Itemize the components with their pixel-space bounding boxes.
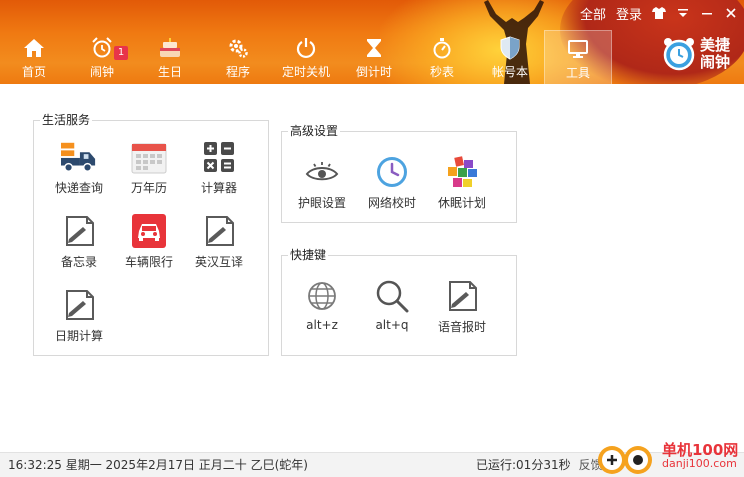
- car-icon: [131, 213, 167, 249]
- tile-vehicle-restriction[interactable]: 车辆限行: [114, 213, 184, 270]
- colorful-blocks-icon: [444, 154, 480, 190]
- tile-eye-protection[interactable]: 护眼设置: [287, 154, 357, 211]
- tile-calculator[interactable]: 计算器: [184, 139, 254, 196]
- monitor-icon: [566, 37, 590, 61]
- status-datetime: 16:32:25 星期一 2025年2月17日 正月二十 乙巳(蛇年): [8, 458, 308, 472]
- tile-voice-time[interactable]: 语音报时: [427, 278, 497, 335]
- advanced-settings-panel: 高级设置 护眼设置 网络校时 休眠计划: [281, 123, 517, 223]
- watermark-text-group: 单机100网 danji100.com: [662, 442, 738, 470]
- calculator-icon: [201, 139, 237, 175]
- nav-home[interactable]: 首页: [0, 30, 68, 84]
- power-icon: [294, 36, 318, 60]
- voice-pen-icon: [444, 278, 480, 314]
- watermark: 单机100网 danji100.com: [596, 436, 738, 476]
- gears-icon: [226, 36, 250, 60]
- tile-vehicle-restriction-label: 车辆限行: [124, 255, 173, 269]
- advanced-settings-title: 高级设置: [288, 123, 341, 139]
- nav-stopwatch[interactable]: 秒表: [408, 30, 476, 84]
- tile-network-time[interactable]: 网络校时: [357, 154, 427, 211]
- nav-tools-label: 工具: [565, 66, 590, 80]
- tile-memo-label: 备忘录: [60, 255, 97, 269]
- watermark-title: 单机100网: [662, 441, 739, 459]
- clock-icon: [374, 154, 410, 190]
- nav-account-book-label: 帐号本: [491, 65, 528, 79]
- main-nav: 首页 闹钟 生日 程序 定时关机 倒计时 秒表 帐号本 工具: [0, 30, 612, 84]
- hourglass-icon: [362, 36, 386, 60]
- window-controls: 全部 登录: [580, 4, 738, 23]
- all-link[interactable]: 全部: [580, 4, 606, 23]
- watermark-sub: danji100.com: [662, 457, 737, 470]
- eye-icon: [304, 154, 340, 190]
- tile-perpetual-calendar[interactable]: 万年历: [114, 139, 184, 196]
- tile-date-calculation-label: 日期计算: [54, 329, 103, 343]
- home-icon: [22, 36, 46, 60]
- date-pen-icon: [61, 287, 97, 323]
- nav-program-label: 程序: [225, 65, 250, 79]
- nav-birthday-label: 生日: [157, 65, 182, 79]
- nav-countdown[interactable]: 倒计时: [340, 30, 408, 84]
- status-running-time: 已运行:01分31秒: [476, 458, 571, 472]
- close-icon[interactable]: [724, 7, 738, 21]
- brand-clock-icon: [663, 38, 695, 71]
- magnifier-icon: [374, 278, 410, 314]
- memo-pen-icon: [61, 213, 97, 249]
- tile-express-query[interactable]: 快递查询: [44, 139, 114, 196]
- tile-perpetual-calendar-label: 万年历: [130, 181, 167, 195]
- login-link[interactable]: 登录: [616, 4, 642, 23]
- minimize-icon[interactable]: [700, 7, 714, 21]
- tile-voice-time-label: 语音报时: [437, 320, 486, 334]
- tile-eye-protection-label: 护眼设置: [297, 196, 346, 210]
- life-services-panel: 生活服务 快递查询 万年历 计算器 备忘录 车辆限行 英汉互译 日期计算: [33, 112, 269, 356]
- nav-program[interactable]: 程序: [204, 30, 272, 84]
- nav-countdown-label: 倒计时: [355, 65, 392, 79]
- nav-shutdown-label: 定时关机: [281, 65, 330, 79]
- brand-name: 美捷闹钟: [700, 36, 731, 71]
- tile-shortcut-alt-q-label: alt+q: [375, 318, 409, 332]
- stopwatch-icon: [430, 36, 454, 60]
- nav-shutdown[interactable]: 定时关机: [272, 30, 340, 84]
- tile-sleep-plan-label: 休眠计划: [437, 196, 486, 210]
- tile-memo[interactable]: 备忘录: [44, 213, 114, 270]
- nav-birthday[interactable]: 生日: [136, 30, 204, 84]
- tile-translate[interactable]: 英汉互译: [184, 213, 254, 270]
- translate-pen-icon: [201, 213, 237, 249]
- tile-shortcut-alt-q[interactable]: alt+q: [357, 278, 427, 332]
- tile-date-calculation[interactable]: 日期计算: [44, 287, 114, 344]
- tile-calculator-label: 计算器: [200, 181, 237, 195]
- nav-home-label: 首页: [21, 65, 46, 79]
- tile-sleep-plan[interactable]: 休眠计划: [427, 154, 497, 211]
- nav-tools[interactable]: 工具: [544, 30, 612, 84]
- calendar-icon: [131, 139, 167, 175]
- shortcut-keys-panel: 快捷键 alt+z alt+q 语音报时: [281, 247, 517, 356]
- alarm-clock-icon: [90, 36, 114, 60]
- tile-shortcut-alt-z-label: alt+z: [306, 318, 338, 332]
- app-header: 全部 登录 首页 闹钟 生日 程序 定时关机 倒计时 秒表 帐号本 工具 美捷闹…: [0, 0, 744, 84]
- status-right-group: 已运行:01分31秒 反馈: [476, 453, 603, 477]
- globe-icon: [304, 278, 340, 314]
- skin-shirt-icon[interactable]: [652, 6, 666, 21]
- delivery-truck-icon: [61, 139, 97, 175]
- life-services-title: 生活服务: [40, 112, 93, 128]
- tile-shortcut-alt-z[interactable]: alt+z: [287, 278, 357, 332]
- alarm-count-badge: 1: [114, 46, 128, 60]
- brand-logo: 美捷闹钟: [662, 36, 734, 72]
- menu-icon[interactable]: [676, 7, 690, 21]
- nav-stopwatch-label: 秒表: [429, 65, 454, 79]
- nav-alarm-label: 闹钟: [89, 65, 114, 79]
- watermark-logo-icon: [598, 446, 652, 474]
- tile-network-time-label: 网络校时: [367, 196, 416, 210]
- tile-translate-label: 英汉互译: [194, 255, 243, 269]
- shortcut-keys-title: 快捷键: [288, 247, 329, 263]
- nav-account-book[interactable]: 帐号本: [476, 30, 544, 84]
- tile-express-query-label: 快递查询: [54, 181, 103, 195]
- cake-icon: [158, 36, 182, 60]
- shield-icon: [498, 36, 522, 60]
